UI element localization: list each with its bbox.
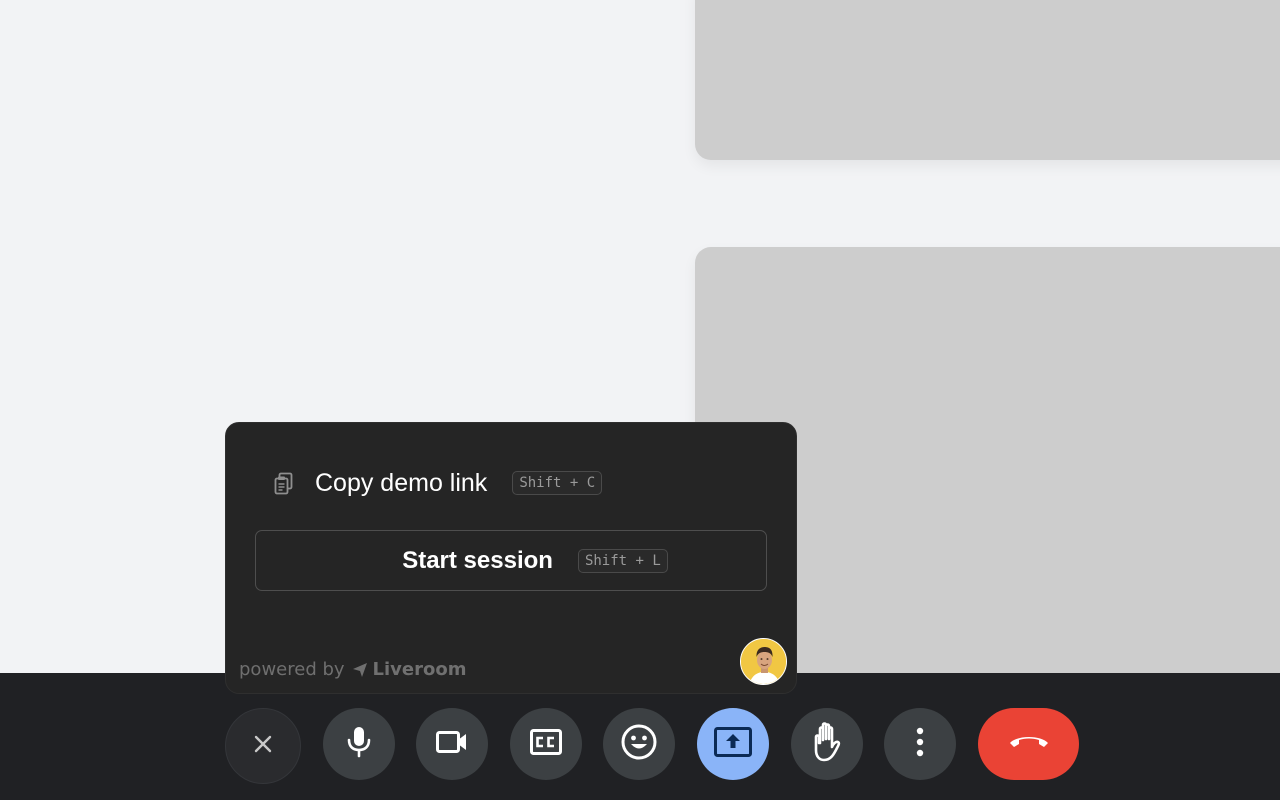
captions-toggle-button[interactable] [510, 708, 582, 780]
close-icon [253, 734, 273, 759]
mic-icon [344, 725, 374, 764]
reactions-button[interactable] [603, 708, 675, 780]
close-button[interactable] [225, 708, 301, 784]
more-options-button[interactable] [884, 708, 956, 780]
meeting-stage: Copy demo link Shift + C Start session S… [0, 0, 1280, 800]
hang-up-icon [1007, 732, 1051, 757]
copy-demo-link-label: Copy demo link [315, 468, 488, 497]
microphone-toggle-button[interactable] [323, 708, 395, 780]
emoji-icon [620, 723, 658, 766]
start-session-label: Start session [402, 546, 553, 574]
start-session-button[interactable]: Start session Shift + L [255, 530, 767, 591]
user-avatar[interactable] [740, 638, 787, 685]
copy-link-shortcut-badge: Shift + C [512, 471, 603, 495]
start-session-shortcut-badge: Shift + L [577, 548, 668, 573]
brand-name: Liveroom [372, 659, 467, 680]
video-camera-icon [435, 729, 469, 760]
more-vertical-icon [915, 727, 925, 762]
powered-by-text: powered by [239, 659, 345, 680]
participant-video-tile [695, 0, 1280, 160]
powered-by-link[interactable]: powered by Liveroom [239, 659, 467, 680]
raise-hand-icon [809, 721, 845, 768]
camera-toggle-button[interactable] [416, 708, 488, 780]
demo-popover: Copy demo link Shift + C Start session S… [225, 422, 797, 694]
present-screen-button[interactable] [697, 708, 769, 780]
present-screen-icon [713, 726, 753, 763]
closed-captions-icon [529, 728, 563, 761]
clipboard-icon [271, 470, 297, 496]
raise-hand-button[interactable] [791, 708, 863, 780]
copy-demo-link-button[interactable]: Copy demo link Shift + C [271, 465, 603, 501]
send-arrow-icon [351, 661, 369, 679]
leave-call-button[interactable] [978, 708, 1079, 780]
